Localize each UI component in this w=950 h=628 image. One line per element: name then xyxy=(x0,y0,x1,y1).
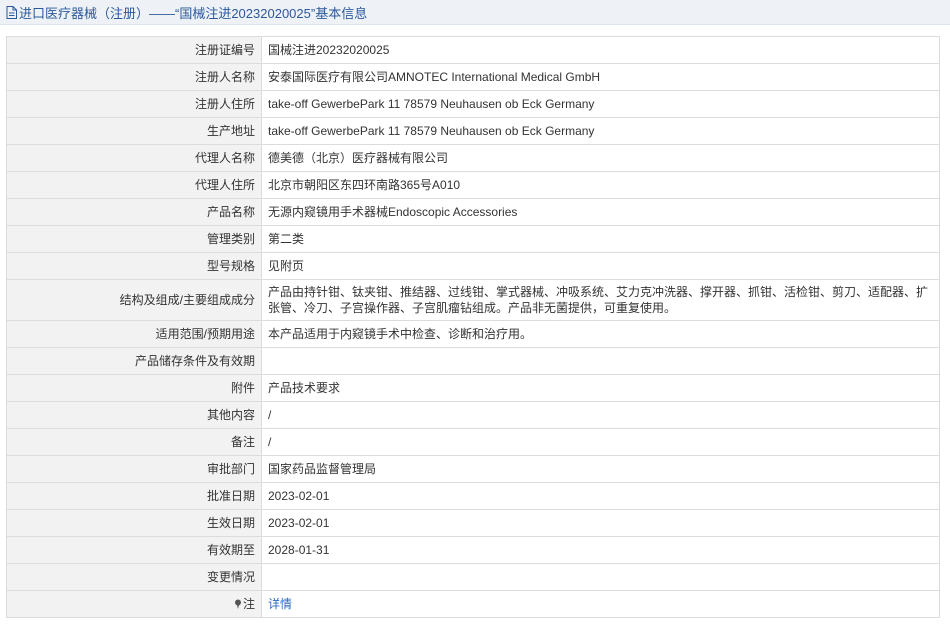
table-row: 管理类别 第二类 xyxy=(6,225,940,253)
table-row: 产品名称 无源内窥镜用手术器械Endoscopic Accessories xyxy=(6,198,940,226)
table-row: 代理人住所 北京市朝阳区东四环南路365号A010 xyxy=(6,171,940,199)
row-value: / xyxy=(261,428,940,456)
table-row: 变更情况 xyxy=(6,563,940,591)
table-row-note: 注 详情 xyxy=(6,590,940,618)
row-label: 备注 xyxy=(6,428,262,456)
table-row: 型号规格 见附页 xyxy=(6,252,940,280)
table-row: 其他内容 / xyxy=(6,401,940,429)
row-label: 代理人住所 xyxy=(6,171,262,199)
row-label: 审批部门 xyxy=(6,455,262,483)
table-row: 结构及组成/主要组成成分 产品由持针钳、钛夹钳、推结器、过线钳、掌式器械、冲吸系统… xyxy=(6,279,940,321)
details-link[interactable]: 详情 xyxy=(268,597,292,611)
row-label: 结构及组成/主要组成成分 xyxy=(6,279,262,321)
row-label: 生效日期 xyxy=(6,509,262,537)
row-value: 本产品适用于内窥镜手术中检查、诊断和治疗用。 xyxy=(261,320,940,348)
table-row: 审批部门 国家药品监督管理局 xyxy=(6,455,940,483)
document-icon xyxy=(6,5,17,19)
row-value: / xyxy=(261,401,940,429)
row-label: 有效期至 xyxy=(6,536,262,564)
row-value: 国械注进20232020025 xyxy=(261,36,940,64)
row-value: 产品由持针钳、钛夹钳、推结器、过线钳、掌式器械、冲吸系统、艾力克冲洗器、撑开器、… xyxy=(261,279,940,321)
note-label-cell: 注 xyxy=(6,590,262,618)
row-value: 产品技术要求 xyxy=(261,374,940,402)
row-label: 型号规格 xyxy=(6,252,262,280)
row-value xyxy=(261,563,940,591)
table-row: 附件 产品技术要求 xyxy=(6,374,940,402)
row-value: 2023-02-01 xyxy=(261,482,940,510)
table-row: 生产地址 take-off GewerbePark 11 78579 Neuhau… xyxy=(6,117,940,145)
note-value-cell: 详情 xyxy=(261,590,940,618)
row-label: 产品名称 xyxy=(6,198,262,226)
table-row: 注册人住所 take-off GewerbePark 11 78579 Neuha… xyxy=(6,90,940,118)
table-row: 注册证编号 国械注进20232020025 xyxy=(6,36,940,64)
row-label: 注册人名称 xyxy=(6,63,262,91)
table-row: 有效期至 2028-01-31 xyxy=(6,536,940,564)
row-value: 无源内窥镜用手术器械Endoscopic Accessories xyxy=(261,198,940,226)
row-label: 注册证编号 xyxy=(6,36,262,64)
row-value: 安泰国际医疗有限公司AMNOTEC International Medical … xyxy=(261,63,940,91)
row-value: 见附页 xyxy=(261,252,940,280)
row-value: 2023-02-01 xyxy=(261,509,940,537)
info-table-container: 注册证编号 国械注进20232020025 注册人名称 安泰国际医疗有限公司AMNO… xyxy=(6,36,940,618)
row-value: take-off GewerbePark 11 78579 Neuhausen … xyxy=(261,90,940,118)
row-label: 附件 xyxy=(6,374,262,402)
table-row: 批准日期 2023-02-01 xyxy=(6,482,940,510)
row-value: 2028-01-31 xyxy=(261,536,940,564)
row-label: 生产地址 xyxy=(6,117,262,145)
table-row: 适用范围/预期用途 本产品适用于内窥镜手术中检查、诊断和治疗用。 xyxy=(6,320,940,348)
row-value: 德美德（北京）医疗器械有限公司 xyxy=(261,144,940,172)
row-value: 第二类 xyxy=(261,225,940,253)
table-row: 注册人名称 安泰国际医疗有限公司AMNOTEC International Med… xyxy=(6,63,940,91)
page-title: 进口医疗器械（注册）——“国械注进20232020025”基本信息 xyxy=(19,5,368,21)
table-row: 代理人名称 德美德（北京）医疗器械有限公司 xyxy=(6,144,940,172)
row-label: 注册人住所 xyxy=(6,90,262,118)
table-row: 备注 / xyxy=(6,428,940,456)
table-row: 产品储存条件及有效期 xyxy=(6,347,940,375)
row-label: 代理人名称 xyxy=(6,144,262,172)
row-value: 北京市朝阳区东四环南路365号A010 xyxy=(261,171,940,199)
row-label: 批准日期 xyxy=(6,482,262,510)
table-row: 生效日期 2023-02-01 xyxy=(6,509,940,537)
row-label: 适用范围/预期用途 xyxy=(6,320,262,348)
row-value: take-off GewerbePark 11 78579 Neuhausen … xyxy=(261,117,940,145)
row-label: 产品储存条件及有效期 xyxy=(6,347,262,375)
pin-icon xyxy=(234,599,241,609)
row-label: 管理类别 xyxy=(6,225,262,253)
row-label: 变更情况 xyxy=(6,563,262,591)
row-value: 国家药品监督管理局 xyxy=(261,455,940,483)
row-label: 其他内容 xyxy=(6,401,262,429)
page-title-bar: 进口医疗器械（注册）——“国械注进20232020025”基本信息 xyxy=(0,0,950,25)
info-table: 注册证编号 国械注进20232020025 注册人名称 安泰国际医疗有限公司AMNO… xyxy=(6,36,940,618)
row-value xyxy=(261,347,940,375)
note-label: 注 xyxy=(242,597,255,611)
